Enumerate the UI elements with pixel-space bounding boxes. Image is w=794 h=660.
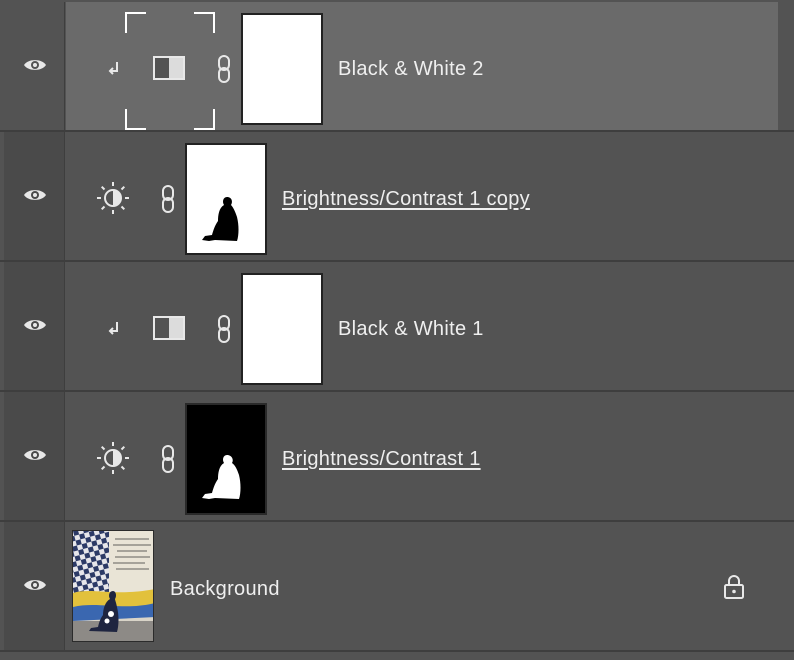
chain-link-icon[interactable] xyxy=(216,54,232,84)
figure-silhouette xyxy=(202,197,239,241)
layer-mask-thumbnail[interactable] xyxy=(185,143,267,255)
layer-content: Black & White 2 xyxy=(66,2,778,130)
visibility-column xyxy=(4,392,65,520)
black-white-adjustment-icon[interactable] xyxy=(153,316,185,340)
eye-icon[interactable] xyxy=(23,57,47,73)
layer-row-black-white-1[interactable]: Black & White 1 xyxy=(0,262,794,392)
layer-mask-thumbnail[interactable] xyxy=(185,403,267,515)
black-white-adjustment-icon[interactable] xyxy=(153,56,185,80)
chain-link-icon[interactable] xyxy=(216,314,232,344)
background-thumbnail[interactable] xyxy=(72,530,154,642)
layer-name[interactable]: Brightness/Contrast 1 copy xyxy=(282,188,530,211)
clipping-arrow-icon xyxy=(108,62,118,75)
eye-icon[interactable] xyxy=(23,317,47,333)
eye-icon[interactable] xyxy=(23,187,47,203)
layer-row-brightness-contrast-1-copy[interactable]: Brightness/Contrast 1 copy xyxy=(0,132,794,262)
chain-link-icon[interactable] xyxy=(160,184,176,214)
chain-link-icon[interactable] xyxy=(160,444,176,474)
eye-icon[interactable] xyxy=(23,447,47,463)
layer-name[interactable]: Background xyxy=(170,578,280,601)
brightness-contrast-icon[interactable] xyxy=(95,180,131,216)
layer-content: Background xyxy=(66,522,778,650)
layer-content: Black & White 1 xyxy=(66,262,778,390)
layers-panel: Black & White 2 Brightness/Contrast 1 co… xyxy=(0,0,794,660)
layer-name[interactable]: Brightness/Contrast 1 xyxy=(282,448,481,471)
layer-row-background[interactable]: Background xyxy=(0,522,794,652)
layer-row-black-white-2[interactable]: Black & White 2 xyxy=(0,2,794,132)
layer-mask-thumbnail[interactable] xyxy=(241,273,323,385)
layer-name[interactable]: Black & White 1 xyxy=(338,318,484,341)
lock-icon[interactable] xyxy=(722,574,746,600)
layer-row-brightness-contrast-1[interactable]: Brightness/Contrast 1 xyxy=(0,392,794,522)
visibility-column xyxy=(4,262,65,390)
layer-mask-thumbnail[interactable] xyxy=(241,13,323,125)
visibility-column xyxy=(4,522,65,650)
visibility-column xyxy=(4,132,65,260)
layer-content: Brightness/Contrast 1 copy xyxy=(66,132,778,260)
clipping-arrow-icon xyxy=(108,322,118,335)
layer-name[interactable]: Black & White 2 xyxy=(338,58,484,81)
figure-silhouette xyxy=(202,455,241,499)
eye-icon[interactable] xyxy=(23,577,47,593)
brightness-contrast-icon[interactable] xyxy=(95,440,131,476)
layer-content: Brightness/Contrast 1 xyxy=(66,392,778,520)
visibility-column xyxy=(4,2,65,130)
background-photo xyxy=(73,531,153,641)
